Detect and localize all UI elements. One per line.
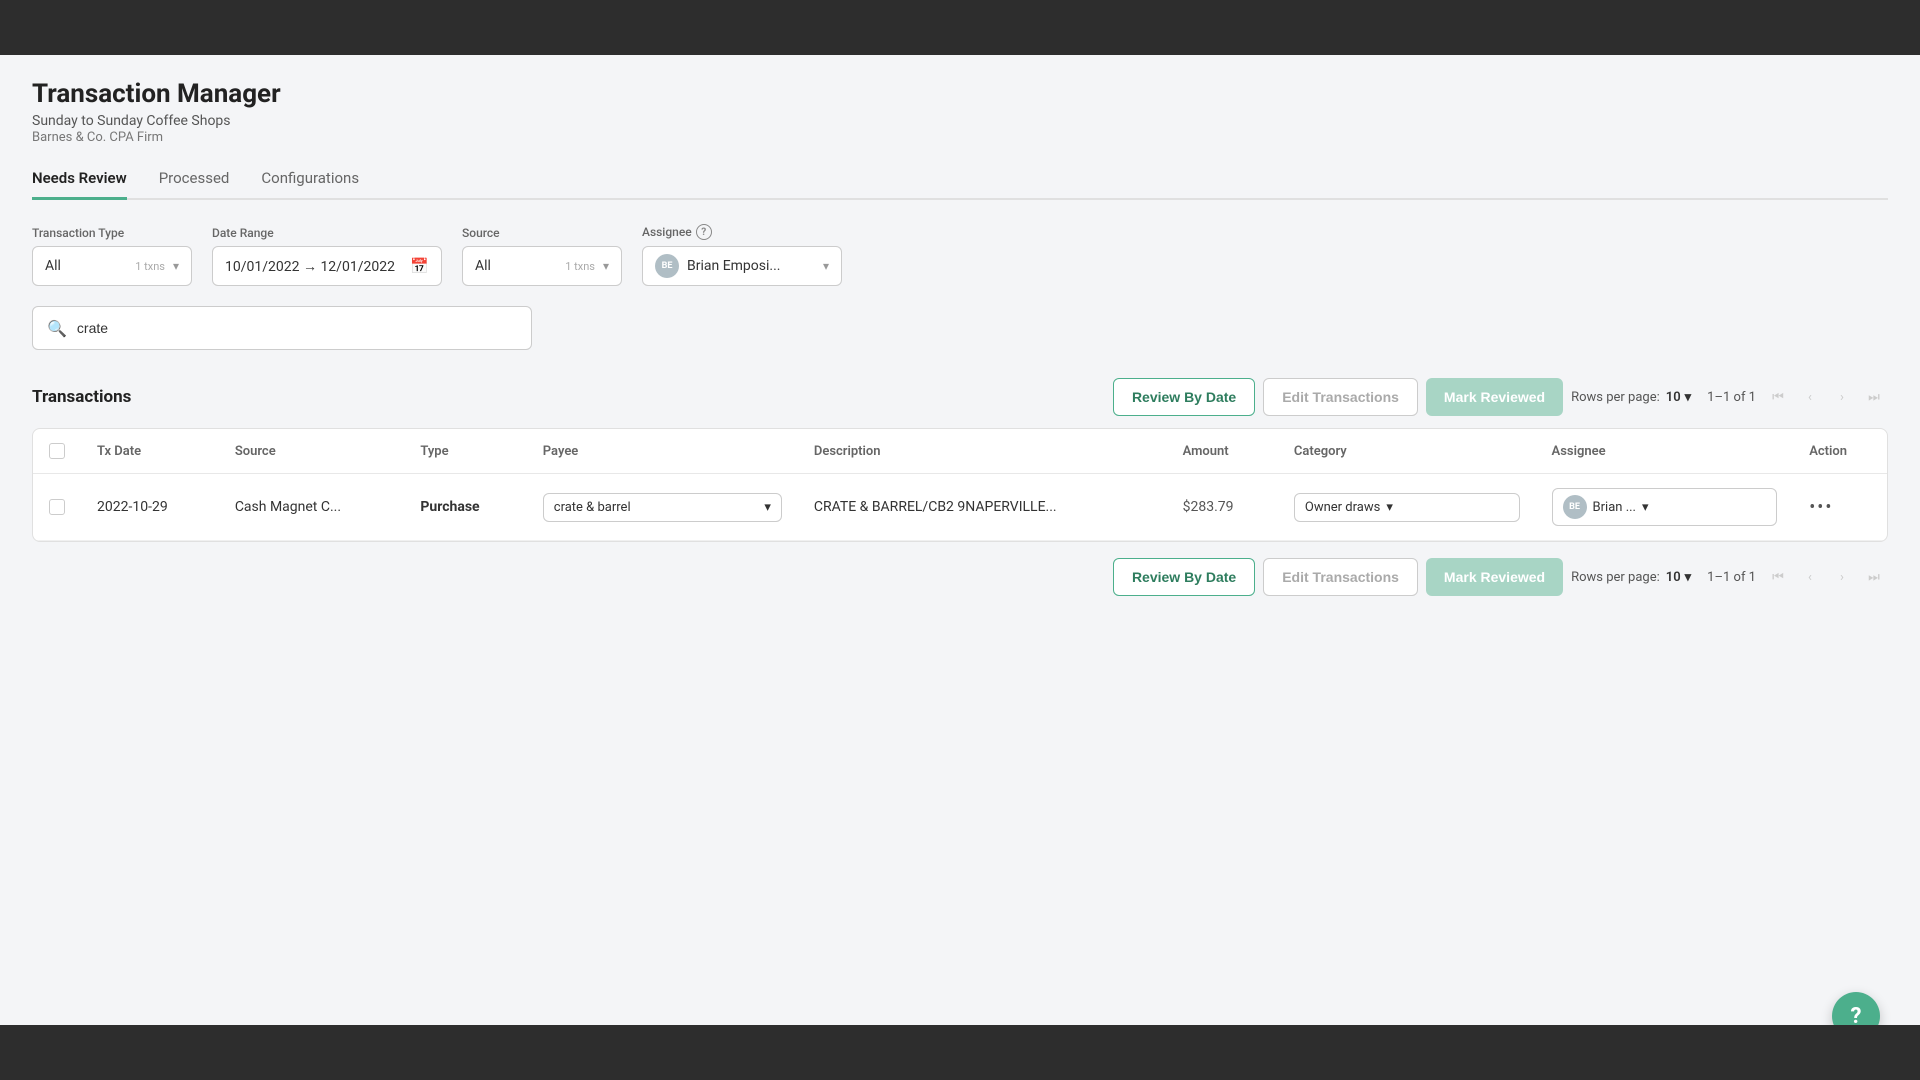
- assignee-avatar: BE: [655, 254, 679, 278]
- tab-bar: Needs Review Processed Configurations: [32, 169, 1888, 200]
- col-header-category: Category: [1278, 429, 1536, 474]
- col-header-assignee: Assignee: [1536, 429, 1794, 474]
- company-name: Sunday to Sunday Coffee Shops: [32, 113, 1888, 129]
- pagination-info: 1–1 of 1: [1707, 390, 1756, 405]
- row-checkbox-cell: [33, 474, 81, 541]
- transactions-header: Transactions Review By Date Edit Transac…: [32, 378, 1888, 416]
- chevron-down-icon: ▾: [823, 259, 829, 273]
- category-select[interactable]: Owner draws ▾: [1294, 493, 1520, 522]
- tab-needs-review[interactable]: Needs Review: [32, 169, 127, 200]
- col-header-tx-date: Tx Date: [81, 429, 219, 474]
- bottom-rows-per-page-select[interactable]: 10 ▾: [1666, 570, 1691, 585]
- source-select[interactable]: All 1 txns ▾: [462, 246, 622, 286]
- firm-name: Barnes & Co. CPA Firm: [32, 130, 1888, 145]
- source-filter: Source All 1 txns ▾: [462, 226, 622, 286]
- transactions-title: Transactions: [32, 387, 131, 407]
- date-range-filter: Date Range 10/01/2022 → 12/01/2022 📅: [212, 226, 442, 286]
- transactions-section: Transactions Review By Date Edit Transac…: [32, 378, 1888, 596]
- select-all-header: [33, 429, 81, 474]
- payee-select[interactable]: crate & barrel ▾: [543, 493, 782, 522]
- date-range-select[interactable]: 10/01/2022 → 12/01/2022 📅: [212, 246, 442, 286]
- chevron-down-icon: ▾: [1642, 500, 1649, 515]
- cell-category: Owner draws ▾: [1278, 474, 1536, 541]
- cell-source: Cash Magnet C...: [219, 474, 405, 541]
- bottom-navigation-bar: [0, 1025, 1920, 1080]
- cell-amount: $283.79: [1167, 474, 1278, 541]
- action-menu-button[interactable]: •••: [1809, 497, 1833, 518]
- filters-row: Transaction Type All 1 txns ▾ Date Range…: [32, 224, 1888, 286]
- transaction-type-filter: Transaction Type All 1 txns ▾: [32, 226, 192, 286]
- col-header-type: Type: [404, 429, 526, 474]
- bottom-pagination-controls: ⏮ ‹ › ⏭: [1764, 563, 1888, 591]
- search-input-wrap: 🔍: [32, 306, 532, 350]
- bottom-next-page-button[interactable]: ›: [1828, 563, 1856, 591]
- cell-type: Purchase: [404, 474, 526, 541]
- tab-processed[interactable]: Processed: [159, 169, 230, 200]
- cell-description: CRATE & BARREL/CB2 9NAPERVILLE...: [798, 474, 1167, 541]
- rows-per-page-control: Rows per page: 10 ▾: [1571, 390, 1691, 405]
- top-navigation-bar: [0, 0, 1920, 55]
- prev-page-button[interactable]: ‹: [1796, 383, 1824, 411]
- calendar-icon: 📅: [410, 257, 429, 275]
- chevron-down-icon: ▾: [173, 259, 179, 273]
- col-header-payee: Payee: [527, 429, 798, 474]
- bottom-toolbar-right: Review By Date Edit Transactions Mark Re…: [1113, 558, 1888, 596]
- bottom-review-by-date-button[interactable]: Review By Date: [1113, 558, 1255, 596]
- row-assignee-select[interactable]: BE Brian ... ▾: [1552, 488, 1778, 526]
- assignee-label: Assignee ?: [642, 224, 842, 240]
- search-bar: 🔍: [32, 306, 1888, 350]
- bottom-prev-page-button[interactable]: ‹: [1796, 563, 1824, 591]
- source-label: Source: [462, 226, 622, 240]
- row-checkbox[interactable]: [49, 499, 65, 515]
- chevron-down-icon: ▾: [1685, 570, 1692, 585]
- search-input[interactable]: [77, 320, 517, 336]
- assignee-select[interactable]: BE Brian Emposi... ▾: [642, 246, 842, 286]
- search-icon: 🔍: [47, 319, 67, 338]
- chevron-down-icon: ▾: [1386, 500, 1393, 515]
- assignee-filter: Assignee ? BE Brian Emposi... ▾: [642, 224, 842, 286]
- cell-tx-date: 2022-10-29: [81, 474, 219, 541]
- date-range-label: Date Range: [212, 226, 442, 240]
- cell-payee: crate & barrel ▾: [527, 474, 798, 541]
- mark-reviewed-button: Mark Reviewed: [1426, 378, 1563, 416]
- bottom-rows-per-page-control: Rows per page: 10 ▾: [1571, 570, 1691, 585]
- page-header: Transaction Manager Sunday to Sunday Cof…: [32, 79, 1888, 145]
- rows-per-page-select[interactable]: 10 ▾: [1666, 390, 1691, 405]
- first-page-button[interactable]: ⏮: [1764, 383, 1792, 411]
- col-header-action: Action: [1793, 429, 1887, 474]
- table-header-row: Tx Date Source Type Payee Description Am…: [33, 429, 1887, 474]
- col-header-amount: Amount: [1167, 429, 1278, 474]
- next-page-button[interactable]: ›: [1828, 383, 1856, 411]
- table-row: 2022-10-29 Cash Magnet C... Purchase cra…: [33, 474, 1887, 541]
- chevron-down-icon: ▾: [603, 259, 609, 273]
- row-assignee-avatar: BE: [1563, 495, 1587, 519]
- assignee-help-icon[interactable]: ?: [696, 224, 712, 240]
- transaction-type-label: Transaction Type: [32, 226, 192, 240]
- bottom-last-page-button[interactable]: ⏭: [1860, 563, 1888, 591]
- bottom-toolbar: Review By Date Edit Transactions Mark Re…: [32, 558, 1888, 596]
- edit-transactions-button[interactable]: Edit Transactions: [1263, 378, 1418, 416]
- select-all-checkbox[interactable]: [49, 443, 65, 459]
- pagination-controls: ⏮ ‹ › ⏭: [1764, 383, 1888, 411]
- tab-configurations[interactable]: Configurations: [261, 169, 359, 200]
- toolbar-right: Review By Date Edit Transactions Mark Re…: [1113, 378, 1888, 416]
- transaction-type-select[interactable]: All 1 txns ▾: [32, 246, 192, 286]
- review-by-date-button[interactable]: Review By Date: [1113, 378, 1255, 416]
- chevron-down-icon: ▾: [1685, 390, 1692, 405]
- bottom-mark-reviewed-button: Mark Reviewed: [1426, 558, 1563, 596]
- transactions-table-wrap: Tx Date Source Type Payee Description Am…: [32, 428, 1888, 542]
- cell-action: •••: [1793, 474, 1887, 541]
- col-header-description: Description: [798, 429, 1167, 474]
- col-header-source: Source: [219, 429, 405, 474]
- cell-assignee: BE Brian ... ▾: [1536, 474, 1794, 541]
- page-title: Transaction Manager: [32, 79, 1888, 109]
- bottom-pagination-info: 1–1 of 1: [1707, 570, 1756, 585]
- transactions-table: Tx Date Source Type Payee Description Am…: [33, 429, 1887, 541]
- chevron-down-icon: ▾: [764, 500, 771, 515]
- bottom-first-page-button[interactable]: ⏮: [1764, 563, 1792, 591]
- bottom-edit-transactions-button[interactable]: Edit Transactions: [1263, 558, 1418, 596]
- last-page-button[interactable]: ⏭: [1860, 383, 1888, 411]
